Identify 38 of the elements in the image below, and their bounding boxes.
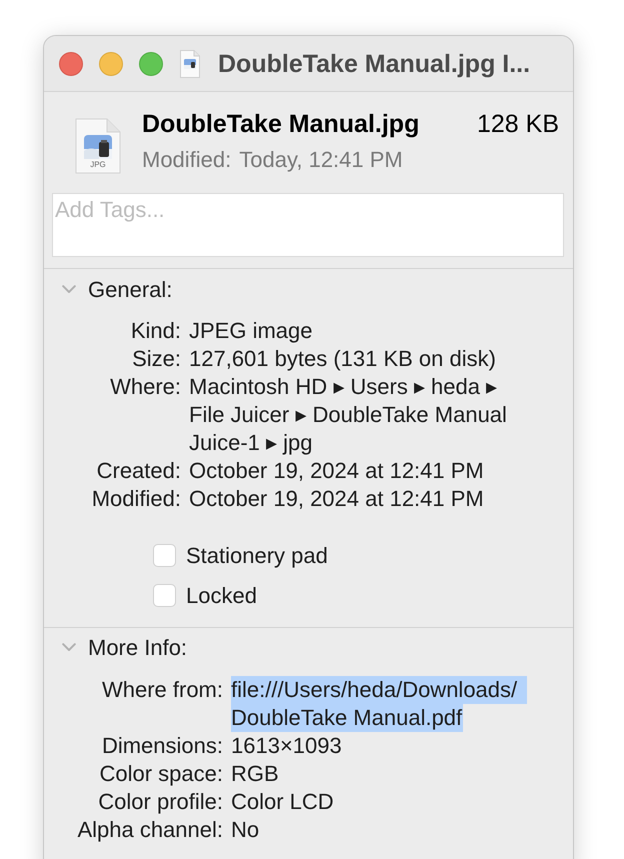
checkbox-label[interactable]: Stationery pad [186,538,328,572]
field-label: Color space: [98,760,223,788]
field-label: Modified: [90,485,181,513]
field-label: Kind: [130,317,181,345]
minimize-button[interactable] [99,52,123,76]
file-type-label: JPG [89,160,107,169]
checkbox[interactable] [153,544,176,566]
field-value: Macintosh HD ▸ Users ▸ heda ▸ File Juicer ▸ DoubleTake Manual Juice-1 ▸ jpg [189,373,507,457]
section-disclosure[interactable]: More Info: [44,633,188,661]
field-label: Color profile: [97,788,223,816]
checkbox-label[interactable]: Locked [186,578,257,612]
field-value: 1613×1093 [231,732,342,760]
field-value: 127,601 bytes (131 KB on disk) [189,345,496,373]
file-name: DoubleTake Manual.jpg [142,109,420,140]
tags-field[interactable]: Add Tags... [52,193,564,257]
image-file-icon [75,118,121,174]
field-label: Where from: [100,676,223,704]
window-title: DoubleTake Manual.jpg I... [218,48,530,78]
field-value: Color LCD [231,788,334,816]
field-label: Alpha channel: [76,816,223,844]
close-button[interactable] [59,52,83,76]
field-label: Where: [109,373,181,401]
zoom-button[interactable] [139,52,163,76]
field-value: October 19, 2024 at 12:41 PM [189,457,484,485]
field-value: October 19, 2024 at 12:41 PM [189,485,484,513]
modified-date: Today, 12:41 PM [239,146,403,174]
checkbox[interactable] [153,584,176,606]
image-file-icon[interactable] [180,50,200,78]
file-size: 128 KB [476,109,559,140]
field-value: file:///Users/heda/Downloads/ DoubleTake Manual.pdf [231,676,528,732]
field-label: Size: [131,345,181,373]
section-disclosure[interactable]: General: [44,275,172,303]
field-value: No [231,816,260,844]
field-value: JPEG image [189,317,312,345]
field-value: RGB [231,760,279,788]
field-label: Created: [96,457,181,485]
modified-label: Modified: [142,146,232,174]
field-label: Dimensions: [100,732,223,760]
